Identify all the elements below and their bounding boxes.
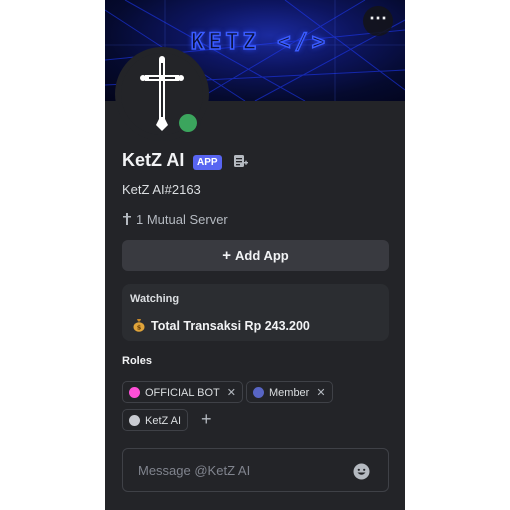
activity-header: Watching xyxy=(130,293,180,305)
display-name[interactable]: KetZ AI xyxy=(122,150,184,171)
role-color-dot xyxy=(253,387,264,398)
role-member[interactable]: Member ✕ xyxy=(246,381,333,403)
plus-icon: + xyxy=(222,247,232,264)
money-bag-icon: $ xyxy=(133,319,145,332)
message-input[interactable]: Message @KetZ AI xyxy=(122,448,389,492)
role-color-dot xyxy=(129,415,140,426)
role-ketz-ai[interactable]: KetZ AI xyxy=(122,409,189,431)
role-color-dot xyxy=(129,387,140,398)
role-label: KetZ AI xyxy=(145,415,182,427)
profile-card: KETZ </> ⋯ KetZ AI APP KetZ AI#2163 1 Mu… xyxy=(105,0,405,510)
roles-heading: Roles xyxy=(122,355,152,367)
activity-detail: $ Total Transaksi Rp 243.200 xyxy=(132,318,310,333)
more-options-button[interactable]: ⋯ xyxy=(363,6,393,36)
add-app-button[interactable]: + Add App xyxy=(122,240,389,271)
activity-text: Total Transaksi Rp 243.200 xyxy=(151,319,310,333)
note-icon[interactable] xyxy=(233,153,249,174)
message-placeholder: Message @KetZ AI xyxy=(138,463,251,478)
remove-role-icon[interactable]: ✕ xyxy=(316,387,325,399)
svg-text:$: $ xyxy=(137,324,142,332)
username-tag: KetZ AI#2163 xyxy=(122,182,201,197)
app-badge: APP xyxy=(193,155,222,170)
activity-card: Watching $ Total Transaksi Rp 243.200 xyxy=(122,284,389,341)
remove-role-icon[interactable]: ✕ xyxy=(227,387,236,399)
small-cross-icon xyxy=(123,213,131,225)
emoji-picker-icon[interactable] xyxy=(353,463,370,485)
role-label: Member xyxy=(269,387,310,399)
online-status-indicator xyxy=(175,110,201,136)
add-app-label: Add App xyxy=(235,248,289,263)
add-role-button[interactable]: + xyxy=(201,410,212,428)
mutual-servers-link[interactable]: 1 Mutual Server xyxy=(122,212,228,227)
banner-logo-text: KETZ </> xyxy=(190,29,329,56)
role-official-bot[interactable]: OFFICIAL BOT ✕ xyxy=(122,381,243,403)
role-label: OFFICIAL BOT xyxy=(145,387,220,399)
mutual-servers-label: 1 Mutual Server xyxy=(136,212,228,227)
